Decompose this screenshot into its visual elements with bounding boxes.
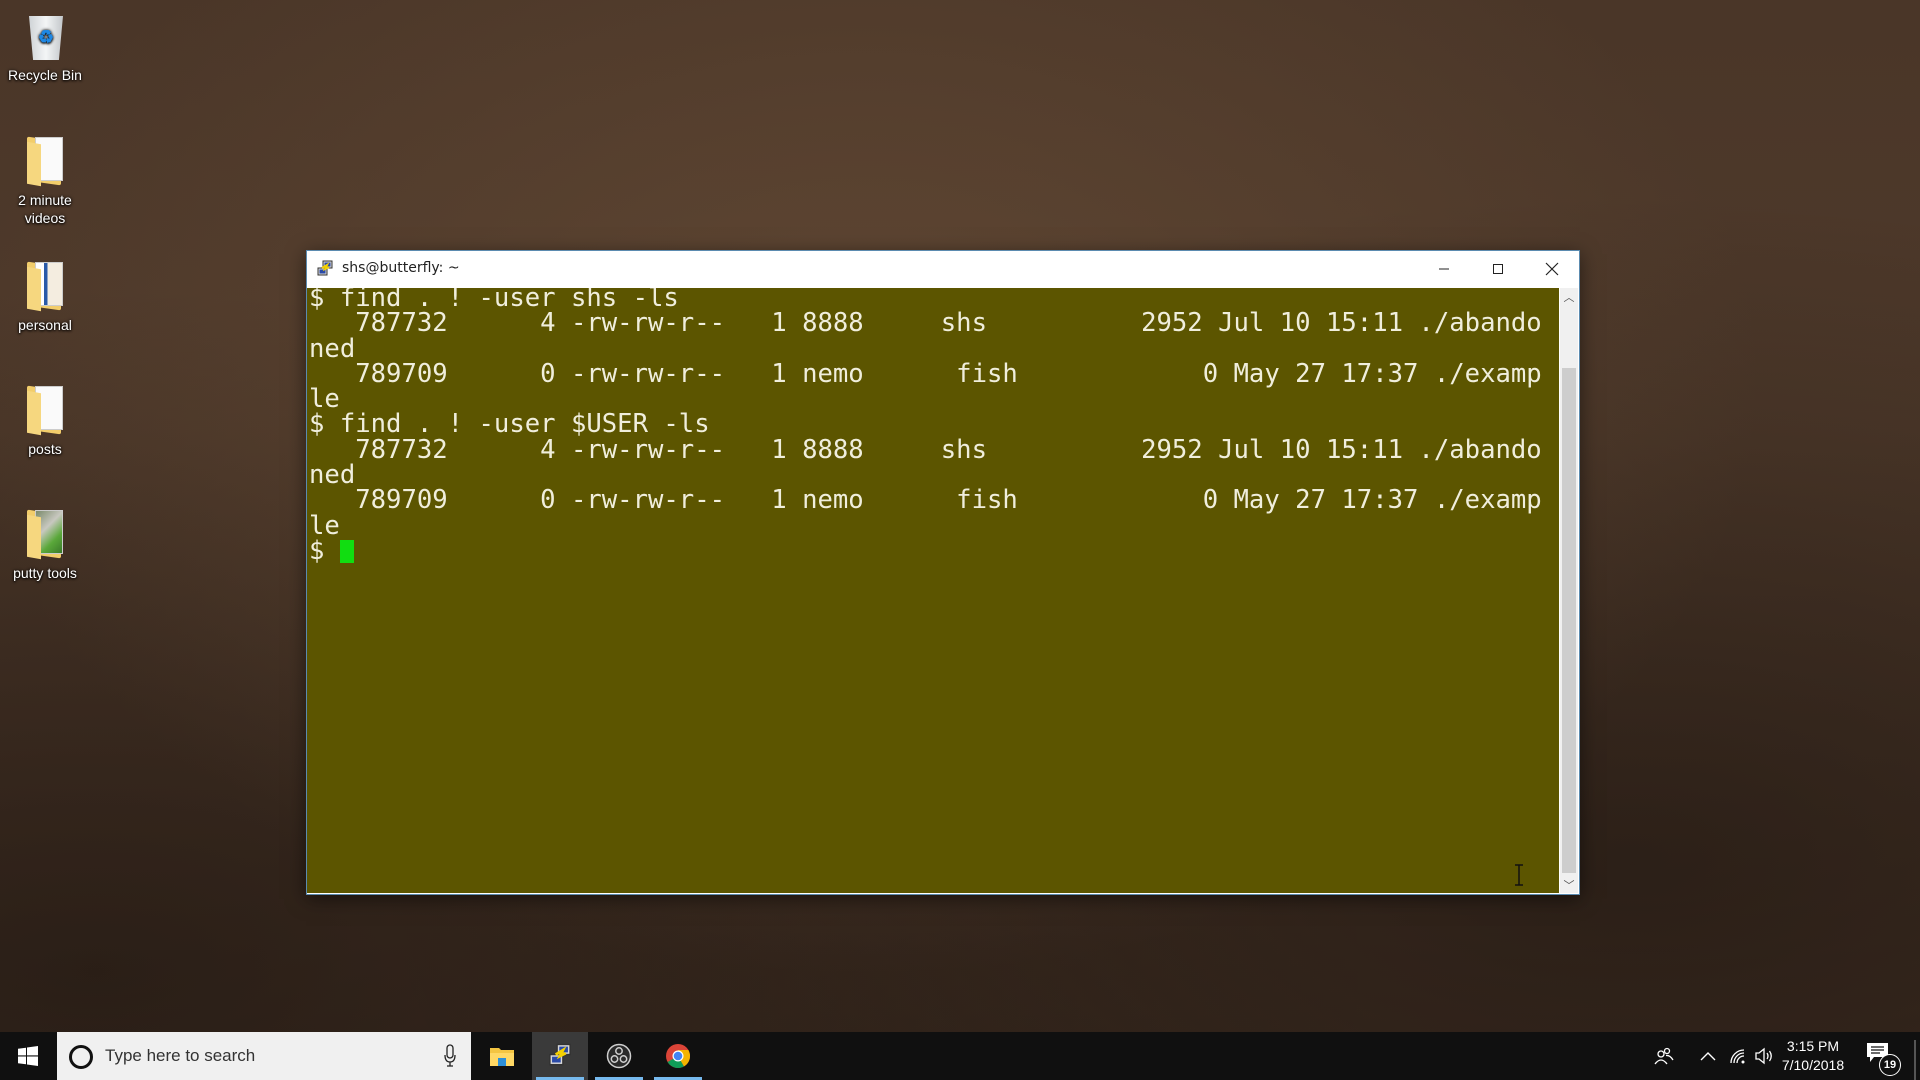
- window-titlebar[interactable]: shs@butterfly: ~: [307, 251, 1579, 287]
- taskbar-search-box[interactable]: Type here to search: [57, 1032, 471, 1080]
- window-title: shs@butterfly: ~: [342, 260, 460, 276]
- start-button[interactable]: [0, 1032, 56, 1080]
- desktop-icon-personal[interactable]: personal: [0, 258, 90, 334]
- chevron-down-icon: ﹀: [1563, 879, 1575, 892]
- minimize-icon: [1439, 268, 1449, 270]
- desktop-icon-label: putty tools: [13, 565, 77, 581]
- desktop-icon-label: personal: [18, 317, 72, 333]
- wifi-icon: [1730, 1049, 1745, 1064]
- taskbar-app-file-explorer[interactable]: [474, 1032, 530, 1080]
- terminal-line: 787732 4 -rw-rw-r-- 1 8888 shs 2952 Jul …: [309, 434, 1542, 465]
- taskbar-app-chrome[interactable]: [650, 1032, 706, 1080]
- folder-icon: [21, 133, 69, 189]
- desktop-icon-putty-tools[interactable]: putty tools: [0, 506, 90, 582]
- microphone-icon[interactable]: [443, 1044, 457, 1068]
- cortana-icon: [69, 1045, 93, 1069]
- terminal-output: $ find . ! -user shs -ls 787732 4 -rw-rw…: [309, 288, 1542, 564]
- scrollbar-thumb[interactable]: [1562, 368, 1576, 873]
- show-desktop-button[interactable]: [1914, 1040, 1916, 1080]
- desktop-icon-label: Recycle Bin: [8, 67, 82, 83]
- recycle-bin-icon: ♻: [21, 8, 69, 64]
- close-button[interactable]: [1525, 251, 1579, 287]
- notification-count-badge: 19: [1879, 1054, 1901, 1076]
- desktop-icon-posts[interactable]: posts: [0, 382, 90, 458]
- terminal-line: 789709 0 -rw-rw-r-- 1 nemo fish 0 May 27…: [309, 485, 1542, 516]
- scroll-up-button[interactable]: ︿: [1560, 288, 1578, 305]
- terminal-area[interactable]: $ find . ! -user shs -ls 787732 4 -rw-rw…: [307, 288, 1559, 893]
- putty-window[interactable]: shs@butterfly: ~ $ find . ! -user shs -l…: [306, 250, 1580, 895]
- text-cursor-icon: [1515, 864, 1523, 886]
- volume-button[interactable]: [1752, 1032, 1776, 1080]
- taskbar-app-obs[interactable]: [591, 1032, 647, 1080]
- putty-icon: [317, 260, 333, 276]
- desktop-icon-label: posts: [28, 441, 62, 457]
- maximize-button[interactable]: [1471, 251, 1525, 287]
- desktop-icon-recycle-bin[interactable]: ♻ Recycle Bin: [0, 8, 90, 84]
- folder-icon: [21, 506, 69, 562]
- desktop-icon-label: 2 minute videos: [18, 192, 72, 226]
- file-explorer-icon: [490, 1048, 514, 1066]
- putty-icon: [549, 1043, 571, 1066]
- chrome-icon: [666, 1044, 691, 1069]
- network-button[interactable]: [1726, 1032, 1750, 1080]
- terminal-line: 787732 4 -rw-rw-r-- 1 8888 shs 2952 Jul …: [309, 308, 1542, 339]
- minimize-button[interactable]: [1417, 251, 1471, 287]
- maximize-icon: [1493, 264, 1503, 274]
- taskbar-clock[interactable]: 3:15 PM 7/10/2018: [1776, 1037, 1850, 1075]
- clock-time: 3:15 PM: [1786, 1038, 1840, 1054]
- terminal-prompt: $: [309, 535, 340, 566]
- clock-date: 7/10/2018: [1781, 1057, 1845, 1073]
- windows-logo-icon: [18, 1046, 38, 1066]
- vertical-scrollbar[interactable]: ︿ ﹀: [1560, 288, 1578, 893]
- people-button[interactable]: [1652, 1032, 1676, 1080]
- chevron-up-icon: ︿: [1563, 291, 1575, 304]
- terminal-cursor: [339, 539, 354, 563]
- chevron-up-icon: [1700, 1052, 1716, 1061]
- desktop-icon-2-minute-videos[interactable]: 2 minute videos: [0, 133, 90, 227]
- taskbar: Type here to search 3:15 PM 7/10/2018 19: [0, 1032, 1920, 1080]
- obs-icon: [606, 1043, 632, 1069]
- close-icon: [1545, 262, 1559, 276]
- action-center-button[interactable]: 19: [1866, 1042, 1901, 1076]
- search-placeholder: Type here to search: [105, 1046, 256, 1065]
- terminal-line: 789709 0 -rw-rw-r-- 1 nemo fish 0 May 27…: [309, 358, 1542, 389]
- folder-icon: [21, 382, 69, 438]
- speaker-icon: [1755, 1047, 1772, 1065]
- show-hidden-icons-button[interactable]: [1696, 1032, 1720, 1080]
- folder-icon: [21, 258, 69, 314]
- scroll-down-button[interactable]: ﹀: [1560, 876, 1578, 893]
- taskbar-app-putty[interactable]: [532, 1032, 588, 1080]
- people-icon: [1654, 1047, 1674, 1065]
